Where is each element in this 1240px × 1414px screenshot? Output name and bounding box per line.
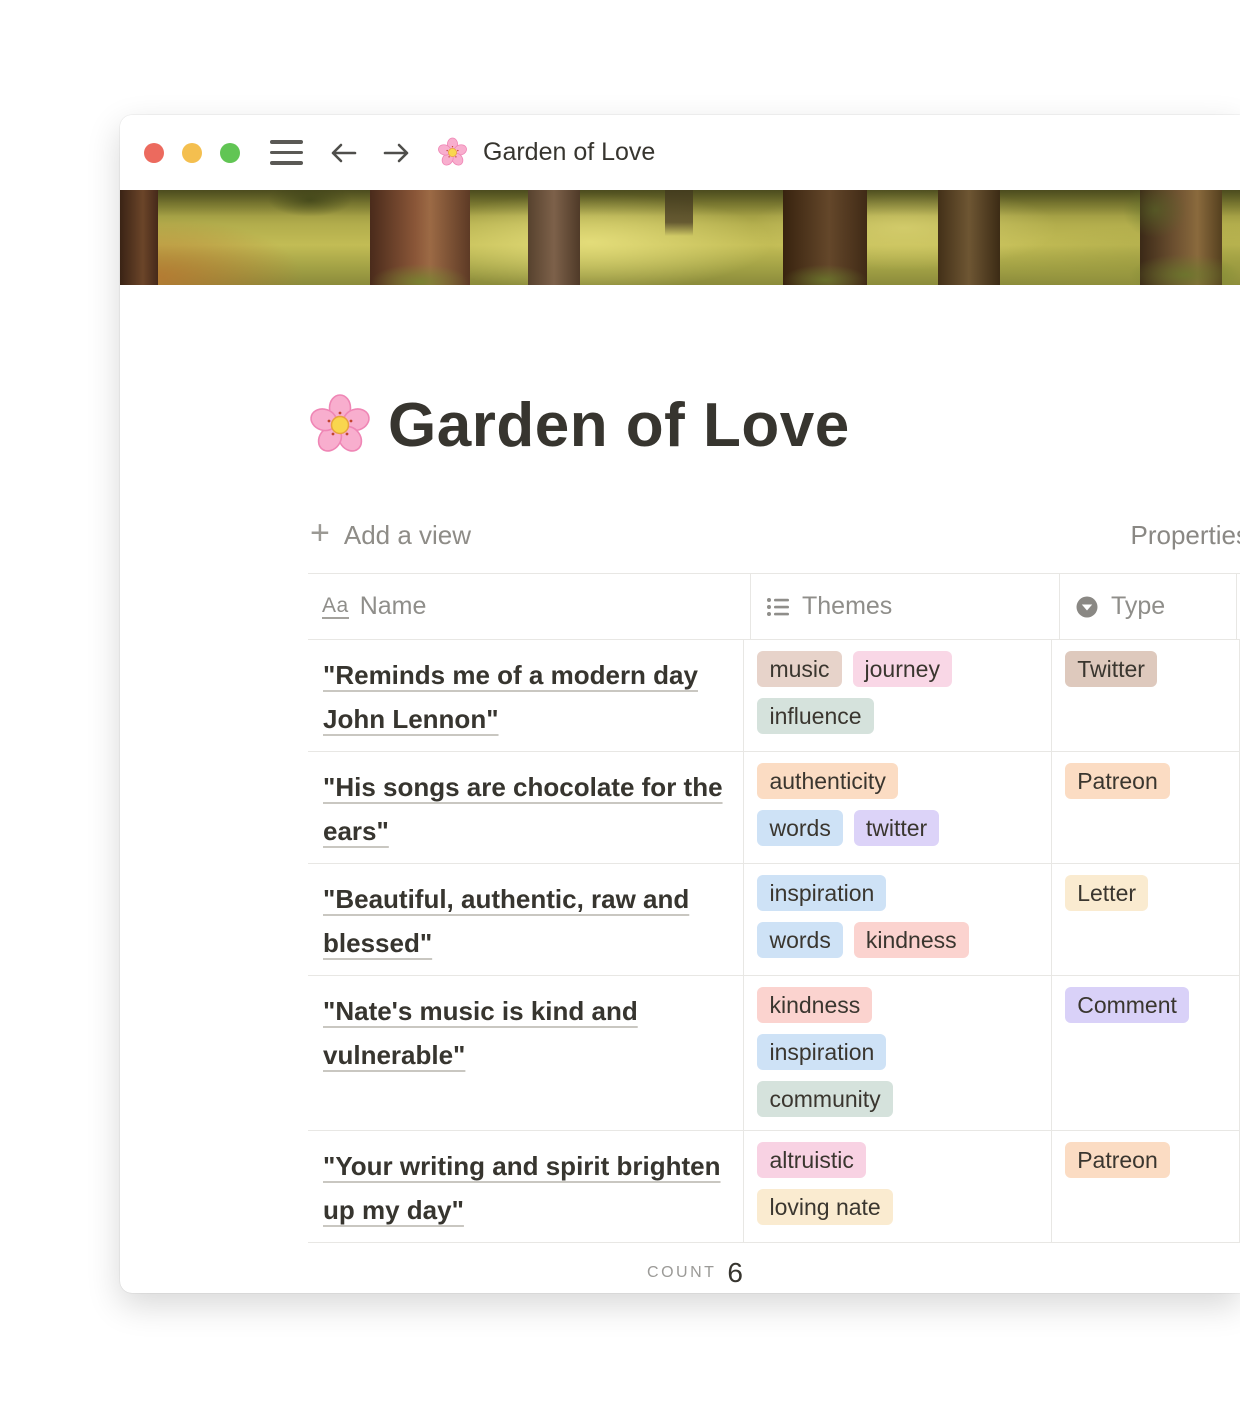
type-tag: Twitter [1065, 651, 1157, 687]
forward-icon[interactable] [383, 141, 411, 165]
table-footer: COUNT 6 [308, 1243, 1240, 1293]
theme-tag: inspiration [757, 1034, 887, 1070]
name-cell[interactable]: "Your writing and spirit brighten up my … [308, 1131, 745, 1242]
name-cell[interactable]: "His songs are chocolate for the ears" [308, 752, 745, 863]
view-toolbar: + Add a view Properties [308, 513, 1240, 557]
cherry-blossom-icon[interactable] [308, 393, 372, 457]
name-cell[interactable]: "Beautiful, authentic, raw and blessed" [308, 864, 745, 975]
tree-trunk [938, 190, 1000, 285]
type-cell[interactable]: Patreon [1052, 1131, 1240, 1242]
theme-tag: journey [852, 651, 952, 687]
theme-tag: altruistic [757, 1142, 866, 1178]
name-cell[interactable]: "Reminds me of a modern day John Lennon" [308, 640, 745, 751]
page-content: Garden of Love + Add a view Properties A… [120, 389, 1240, 1293]
type-cell[interactable]: Twitter [1052, 640, 1240, 751]
theme-tag: music [757, 651, 842, 687]
themes-cell[interactable]: altruistic loving nate [744, 1131, 1053, 1242]
theme-tag: words [757, 922, 843, 958]
theme-tag: twitter [853, 810, 940, 846]
table-row: "Your writing and spirit brighten up my … [308, 1131, 1240, 1243]
themes-cell[interactable]: music journey influence [744, 640, 1053, 751]
properties-button[interactable]: Properties [1131, 520, 1240, 551]
title-icon: Aa [322, 594, 349, 619]
themes-cell[interactable]: kindness inspiration community [744, 976, 1053, 1130]
table-row: "Nate's music is kind and vulnerable" ki… [308, 976, 1240, 1131]
type-cell[interactable]: Letter [1052, 864, 1240, 975]
column-header-themes[interactable]: Themes [751, 574, 1060, 639]
menu-icon[interactable] [270, 140, 303, 165]
tree-trunk [528, 190, 580, 285]
type-tag: Patreon [1065, 1142, 1170, 1178]
database-table: Aa Name Themes Type "Reminds me of a mod… [308, 573, 1240, 1293]
tree-trunk [370, 190, 470, 285]
plus-icon: + [310, 514, 330, 552]
theme-tag: kindness [757, 987, 873, 1023]
type-tag: Comment [1065, 987, 1189, 1023]
multiselect-icon [767, 597, 789, 616]
themes-cell[interactable]: inspiration words kindness [744, 864, 1053, 975]
tree-trunk [783, 190, 867, 285]
theme-tag: words [757, 810, 843, 846]
column-header-type[interactable]: Type [1060, 574, 1237, 639]
zoom-button[interactable] [220, 142, 240, 163]
type-cell[interactable]: Patreon [1052, 752, 1240, 863]
add-view-button[interactable]: + Add a view [308, 514, 471, 552]
name-cell[interactable]: "Nate's music is kind and vulnerable" [308, 976, 745, 1130]
table-row: "His songs are chocolate for the ears" a… [308, 752, 1240, 864]
titlebar: Garden of Love [120, 115, 1240, 190]
select-icon [1076, 596, 1098, 617]
type-tag: Letter [1065, 875, 1149, 911]
window-title: Garden of Love [483, 138, 656, 166]
table-header: Aa Name Themes Type [308, 573, 1240, 640]
themes-cell[interactable]: authenticity words twitter [744, 752, 1053, 863]
tree-trunk [665, 190, 693, 236]
minimize-button[interactable] [182, 142, 202, 163]
tree-trunk [120, 190, 158, 285]
cover-image [120, 190, 1240, 285]
app-window: Garden of Love Garden of Love + Add a vi… [120, 115, 1240, 1293]
count-label: COUNT [647, 1264, 717, 1281]
table-row: "Reminds me of a modern day John Lennon"… [308, 640, 1240, 752]
page-title: Garden of Love [308, 389, 1240, 461]
column-header-name[interactable]: Aa Name [308, 574, 751, 639]
tree-trunk [1140, 190, 1222, 285]
theme-tag: community [757, 1081, 893, 1117]
close-button[interactable] [144, 142, 164, 163]
theme-tag: kindness [853, 922, 969, 958]
type-cell[interactable]: Comment [1052, 976, 1240, 1130]
theme-tag: loving nate [757, 1189, 893, 1225]
traffic-lights [144, 142, 240, 163]
theme-tag: inspiration [757, 875, 887, 911]
page-title-text: Garden of Love [388, 390, 850, 460]
table-row: "Beautiful, authentic, raw and blessed" … [308, 864, 1240, 976]
count-aggregate[interactable]: COUNT 6 [308, 1243, 751, 1293]
cherry-blossom-icon [437, 137, 468, 168]
count-value: 6 [727, 1257, 743, 1288]
theme-tag: authenticity [757, 763, 898, 799]
back-icon[interactable] [329, 141, 357, 165]
theme-tag: influence [757, 698, 874, 734]
type-tag: Patreon [1065, 763, 1170, 799]
